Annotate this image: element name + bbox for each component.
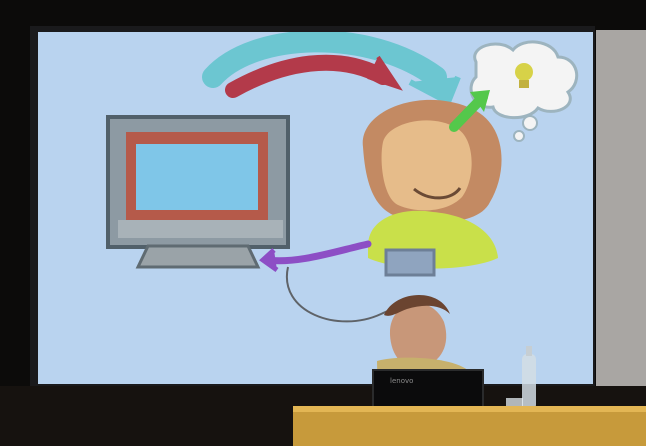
foreground-elements: lenovo — [293, 294, 646, 446]
water-bottle-icon — [522, 346, 536, 410]
conference-scene: lenovo — [0, 0, 646, 446]
laptop-brand-label: lenovo — [390, 377, 413, 385]
podium — [293, 406, 646, 446]
